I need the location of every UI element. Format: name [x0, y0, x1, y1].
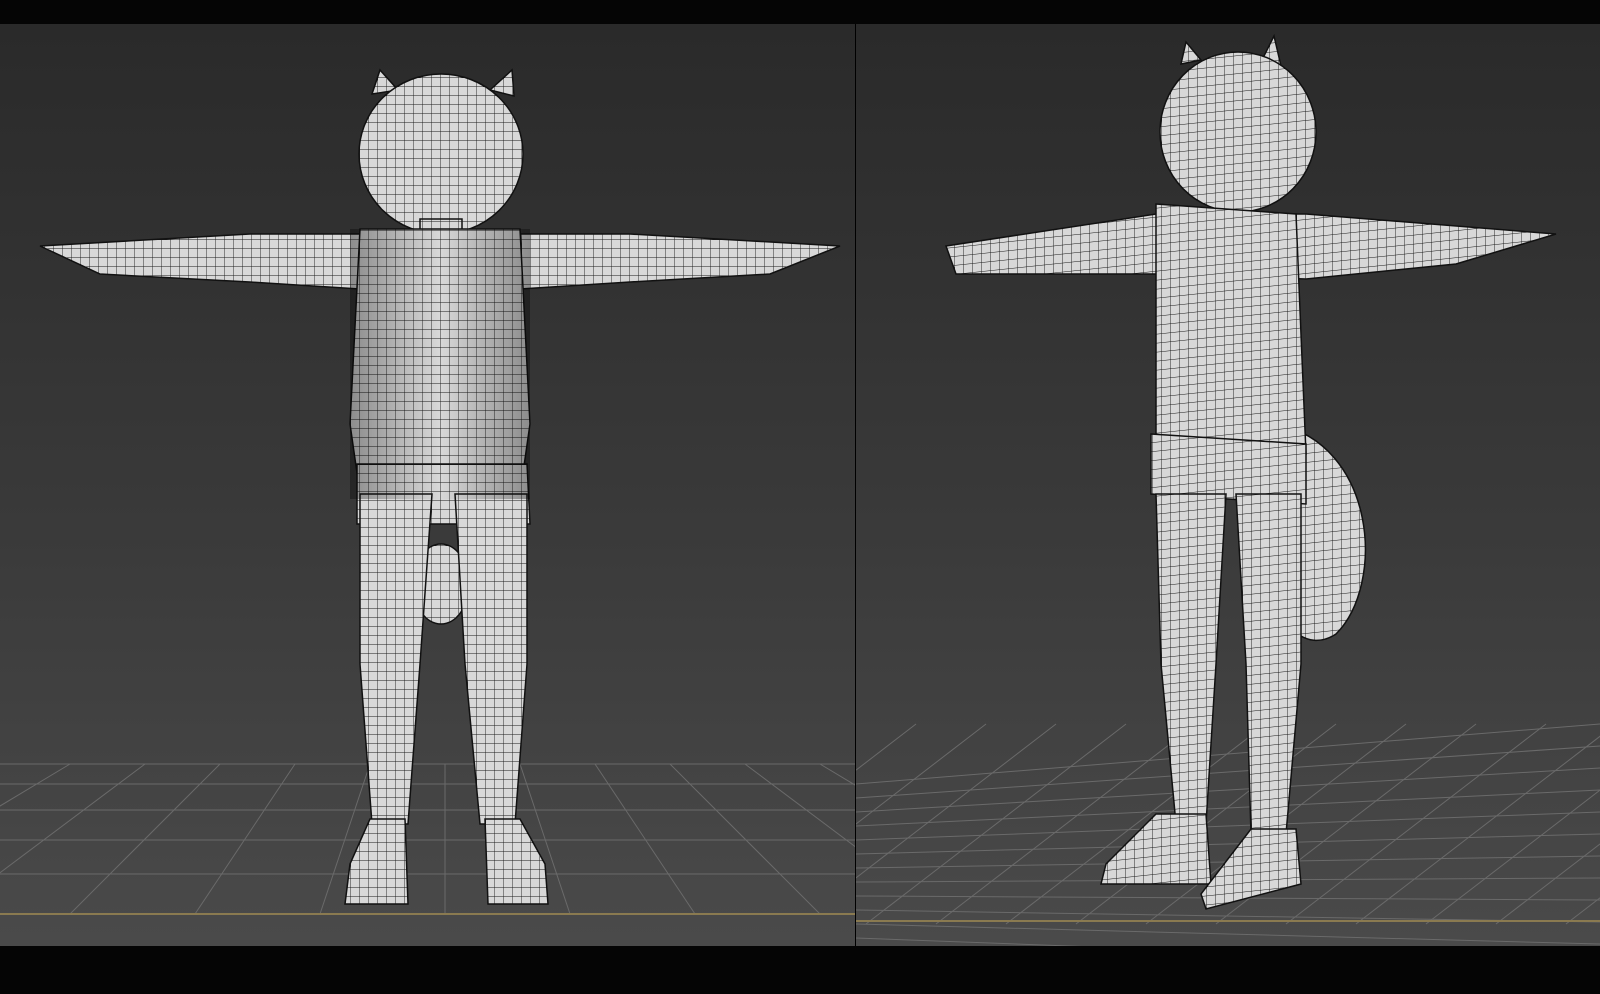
top-letterbox	[0, 0, 1600, 24]
grid-line	[856, 923, 1600, 945]
grid-line	[856, 937, 1082, 946]
grid-line	[0, 763, 71, 807]
grid-line	[856, 723, 987, 825]
grid-line	[69, 763, 221, 915]
grid-line	[194, 763, 296, 915]
grid-line	[1495, 843, 1600, 925]
perspective-viewport-scene	[856, 33, 1600, 946]
grid-line	[856, 833, 1600, 855]
grid-line	[856, 811, 1600, 841]
grid-line	[1425, 789, 1600, 925]
floor-grid	[0, 763, 855, 915]
bottom-letterbox	[0, 946, 1600, 994]
grid-line	[1355, 735, 1600, 925]
grid-line	[594, 763, 696, 915]
viewport-perspective[interactable]	[856, 24, 1600, 946]
viewport-front[interactable]	[0, 24, 855, 946]
grid-line	[744, 763, 855, 848]
grid-line	[856, 723, 1057, 879]
floor-grid	[856, 723, 1600, 946]
grid-line	[856, 789, 1600, 827]
character-model-perspective	[944, 33, 1557, 910]
grid-line	[819, 763, 855, 786]
grid-line	[0, 763, 146, 874]
character-model-front	[39, 68, 841, 905]
front-viewport-scene	[0, 68, 855, 915]
grid-line	[669, 763, 821, 915]
grid-line	[1565, 897, 1600, 925]
grid-line	[1285, 723, 1547, 925]
